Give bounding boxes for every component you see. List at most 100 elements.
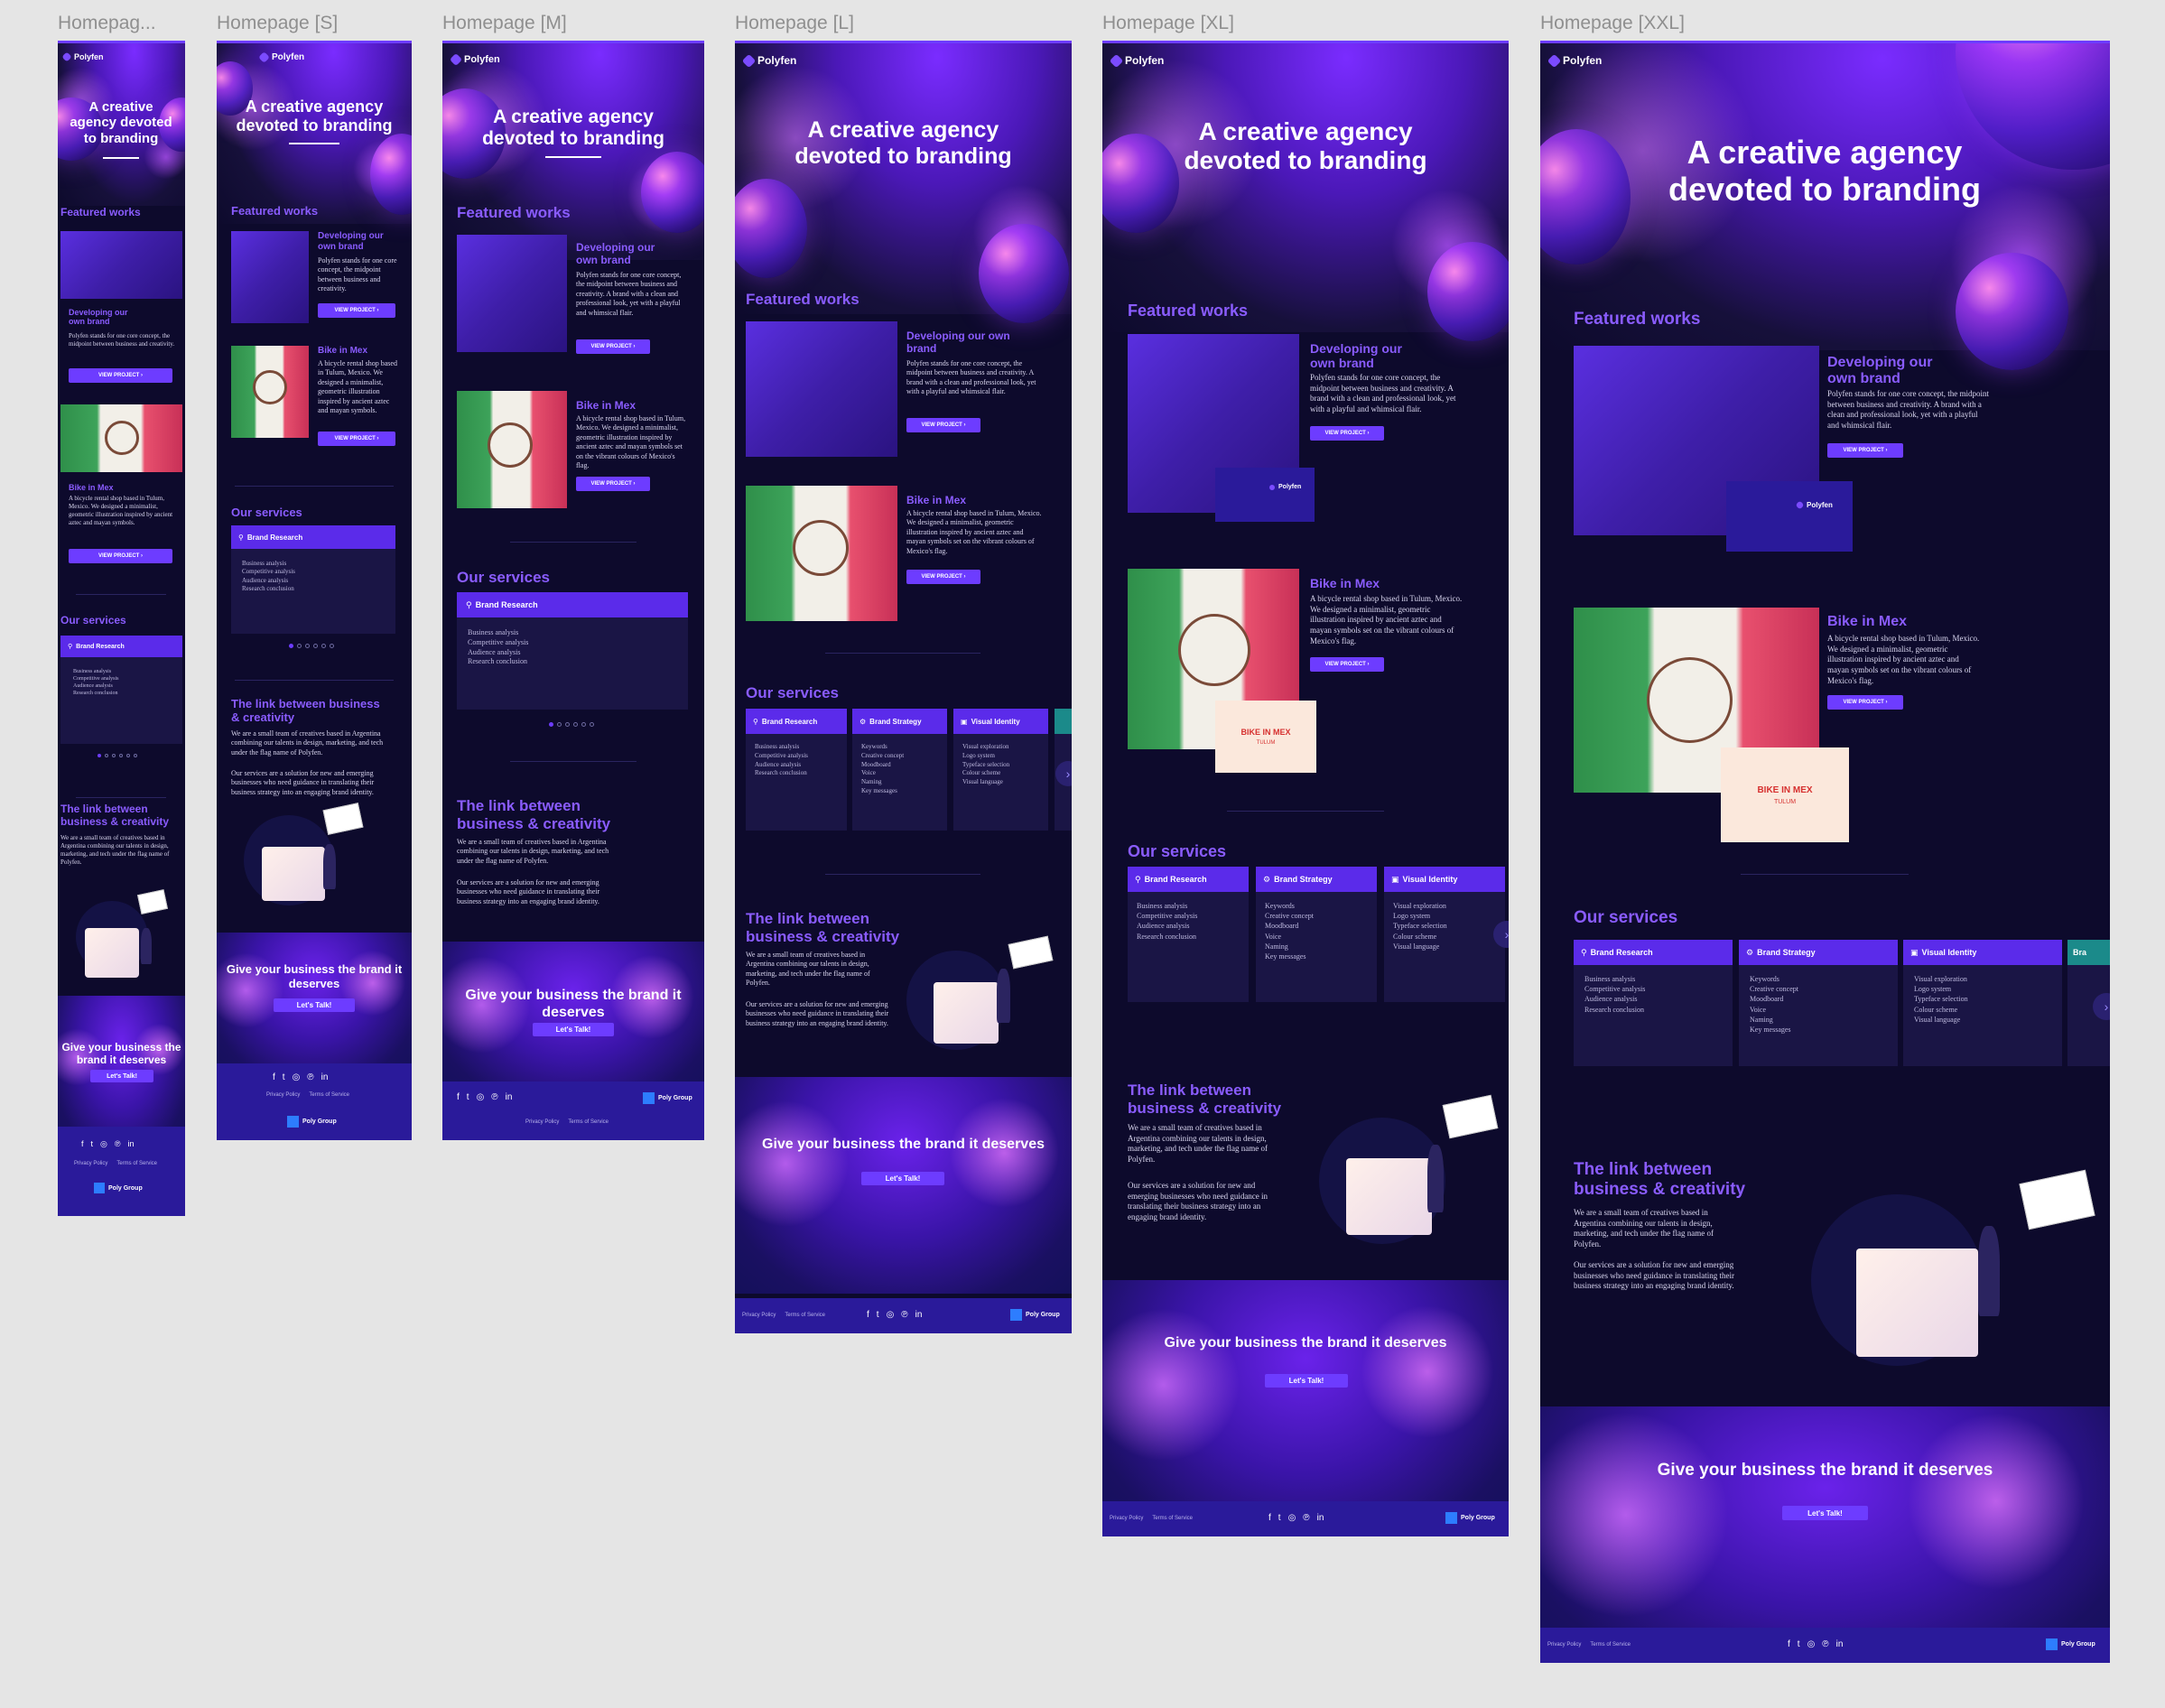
work-title[interactable]: Bike in Mex bbox=[1827, 614, 1907, 630]
service-card[interactable]: ⚙ Brand Strategy Keywords Creative conce… bbox=[1739, 940, 1898, 1066]
carousel-dots[interactable] bbox=[289, 644, 334, 648]
linkedin-icon[interactable]: in bbox=[915, 1310, 923, 1320]
poly-group-logo[interactable]: Poly Group bbox=[287, 1116, 337, 1128]
pinterest-icon[interactable]: ℗ bbox=[1303, 1513, 1309, 1523]
work-title[interactable]: Bike in Mex bbox=[1310, 576, 1380, 590]
carousel-dot[interactable] bbox=[119, 754, 123, 757]
twitter-icon[interactable]: t bbox=[877, 1310, 879, 1320]
facebook-icon[interactable]: f bbox=[1788, 1639, 1790, 1649]
linkedin-icon[interactable]: in bbox=[506, 1092, 513, 1102]
view-project-button[interactable]: VIEW PROJECT › bbox=[318, 303, 395, 318]
carousel-dot[interactable] bbox=[289, 644, 293, 648]
carousel-dots[interactable] bbox=[549, 722, 594, 727]
linkedin-icon[interactable]: in bbox=[1317, 1513, 1324, 1523]
view-project-button[interactable]: VIEW PROJECT › bbox=[576, 477, 650, 491]
facebook-icon[interactable]: f bbox=[1268, 1513, 1271, 1523]
instagram-icon[interactable]: ◎ bbox=[1807, 1639, 1816, 1649]
poly-group-logo[interactable]: Poly Group bbox=[1010, 1309, 1060, 1321]
work-title[interactable]: Bike in Mex bbox=[318, 346, 367, 357]
service-card[interactable]: ▣ Visual Identity Visual exploration Log… bbox=[1903, 940, 2062, 1066]
poly-group-logo[interactable]: Poly Group bbox=[2046, 1638, 2095, 1650]
view-project-button[interactable]: VIEW PROJECT › bbox=[1827, 695, 1903, 710]
privacy-link[interactable]: Privacy Policy bbox=[74, 1161, 107, 1166]
logo[interactable]: Polyfen bbox=[1109, 53, 1164, 68]
pinterest-icon[interactable]: ℗ bbox=[307, 1072, 313, 1082]
carousel-dot[interactable] bbox=[105, 754, 108, 757]
view-project-button[interactable]: VIEW PROJECT › bbox=[69, 549, 172, 563]
linkedin-icon[interactable]: in bbox=[1836, 1639, 1844, 1649]
logo[interactable]: Polyfen bbox=[61, 51, 104, 62]
work-title[interactable]: Bike in Mex bbox=[576, 399, 636, 413]
frame-label-s[interactable]: Homepage [S] bbox=[217, 13, 338, 34]
carousel-dot[interactable] bbox=[112, 754, 116, 757]
carousel-dot[interactable] bbox=[330, 644, 334, 648]
linkedin-icon[interactable]: in bbox=[321, 1072, 329, 1082]
poly-group-logo[interactable]: Poly Group bbox=[94, 1183, 143, 1193]
carousel-dot[interactable] bbox=[297, 644, 302, 648]
pinterest-icon[interactable]: ℗ bbox=[115, 1139, 121, 1149]
frame-label-m[interactable]: Homepage [M] bbox=[442, 13, 567, 34]
view-project-button[interactable]: VIEW PROJECT › bbox=[69, 368, 172, 383]
terms-link[interactable]: Terms of Service bbox=[116, 1161, 157, 1166]
work-title[interactable]: Developing our own brand bbox=[1310, 341, 1409, 370]
view-project-button[interactable]: VIEW PROJECT › bbox=[318, 432, 395, 446]
carousel-dot[interactable] bbox=[126, 754, 130, 757]
service-card[interactable]: ⚲ Brand Research Business analysis Compe… bbox=[457, 592, 688, 710]
carousel-dot[interactable] bbox=[549, 722, 553, 727]
work-title[interactable]: Bike in Mex bbox=[69, 483, 114, 492]
service-card[interactable]: ▣ Visual Identity Visual exploration Log… bbox=[953, 709, 1048, 831]
work-title[interactable]: Developing our own brand bbox=[906, 330, 1015, 356]
facebook-icon[interactable]: f bbox=[273, 1072, 275, 1082]
carousel-dot[interactable] bbox=[134, 754, 137, 757]
pinterest-icon[interactable]: ℗ bbox=[491, 1092, 497, 1102]
work-title[interactable]: Bike in Mex bbox=[906, 494, 966, 507]
privacy-link[interactable]: Privacy Policy bbox=[1110, 1516, 1143, 1521]
twitter-icon[interactable]: t bbox=[283, 1072, 285, 1082]
facebook-icon[interactable]: f bbox=[457, 1092, 460, 1102]
work-title[interactable]: Developing our own brand bbox=[69, 308, 141, 327]
poly-group-logo[interactable]: Poly Group bbox=[643, 1092, 692, 1104]
instagram-icon[interactable]: ◎ bbox=[887, 1310, 895, 1320]
logo[interactable]: Polyfen bbox=[258, 51, 304, 63]
carousel-dot[interactable] bbox=[590, 722, 594, 727]
twitter-icon[interactable]: t bbox=[1278, 1513, 1281, 1523]
facebook-icon[interactable]: f bbox=[81, 1139, 84, 1149]
carousel-dot[interactable] bbox=[565, 722, 570, 727]
work-title[interactable]: Developing our own brand bbox=[576, 241, 666, 267]
work-image-polyfen[interactable] bbox=[231, 231, 309, 323]
view-project-button[interactable]: VIEW PROJECT › bbox=[1310, 426, 1384, 441]
logo[interactable]: Polyfen bbox=[1547, 53, 1602, 68]
lets-talk-button[interactable]: Let's Talk! bbox=[533, 1023, 614, 1036]
carousel-dot[interactable] bbox=[313, 644, 318, 648]
carousel-dots[interactable] bbox=[98, 754, 137, 757]
view-project-button[interactable]: VIEW PROJECT › bbox=[1310, 657, 1384, 672]
service-card[interactable]: ⚙ Brand Strategy Keywords Creative conce… bbox=[1256, 867, 1377, 1002]
carousel-dot[interactable] bbox=[581, 722, 586, 727]
terms-link[interactable]: Terms of Service bbox=[1152, 1516, 1193, 1521]
frame-label-l[interactable]: Homepage [L] bbox=[735, 13, 854, 34]
service-card[interactable]: ⚲ Brand Research Business analysis Compe… bbox=[231, 525, 395, 634]
lets-talk-button[interactable]: Let's Talk! bbox=[90, 1070, 153, 1082]
view-project-button[interactable]: VIEW PROJECT › bbox=[576, 339, 650, 354]
instagram-icon[interactable]: ◎ bbox=[1288, 1513, 1296, 1523]
terms-link[interactable]: Terms of Service bbox=[1590, 1642, 1631, 1648]
facebook-icon[interactable]: f bbox=[867, 1310, 869, 1320]
carousel-dot[interactable] bbox=[321, 644, 326, 648]
view-project-button[interactable]: VIEW PROJECT › bbox=[906, 570, 980, 584]
frame-label-xl[interactable]: Homepage [XL] bbox=[1102, 13, 1234, 34]
logo[interactable]: Polyfen bbox=[741, 53, 796, 68]
pinterest-icon[interactable]: ℗ bbox=[901, 1310, 907, 1320]
view-project-button[interactable]: VIEW PROJECT › bbox=[1827, 443, 1903, 458]
work-title[interactable]: Developing our own brand bbox=[1827, 355, 1945, 388]
instagram-icon[interactable]: ◎ bbox=[293, 1072, 301, 1082]
twitter-icon[interactable]: t bbox=[467, 1092, 469, 1102]
lets-talk-button[interactable]: Let's Talk! bbox=[1265, 1374, 1348, 1388]
service-card[interactable]: ⚙ Brand Strategy Keywords Creative conce… bbox=[852, 709, 947, 831]
pinterest-icon[interactable]: ℗ bbox=[1822, 1639, 1828, 1649]
poly-group-logo[interactable]: Poly Group bbox=[1445, 1512, 1495, 1524]
service-card[interactable]: ⚲ Brand Research Business analysis Compe… bbox=[1128, 867, 1249, 1002]
service-card[interactable]: ⚲ Brand Research Business analysis Compe… bbox=[746, 709, 847, 831]
linkedin-icon[interactable]: in bbox=[128, 1139, 135, 1149]
carousel-dot[interactable] bbox=[98, 754, 101, 757]
work-image-polyfen[interactable] bbox=[457, 235, 567, 352]
